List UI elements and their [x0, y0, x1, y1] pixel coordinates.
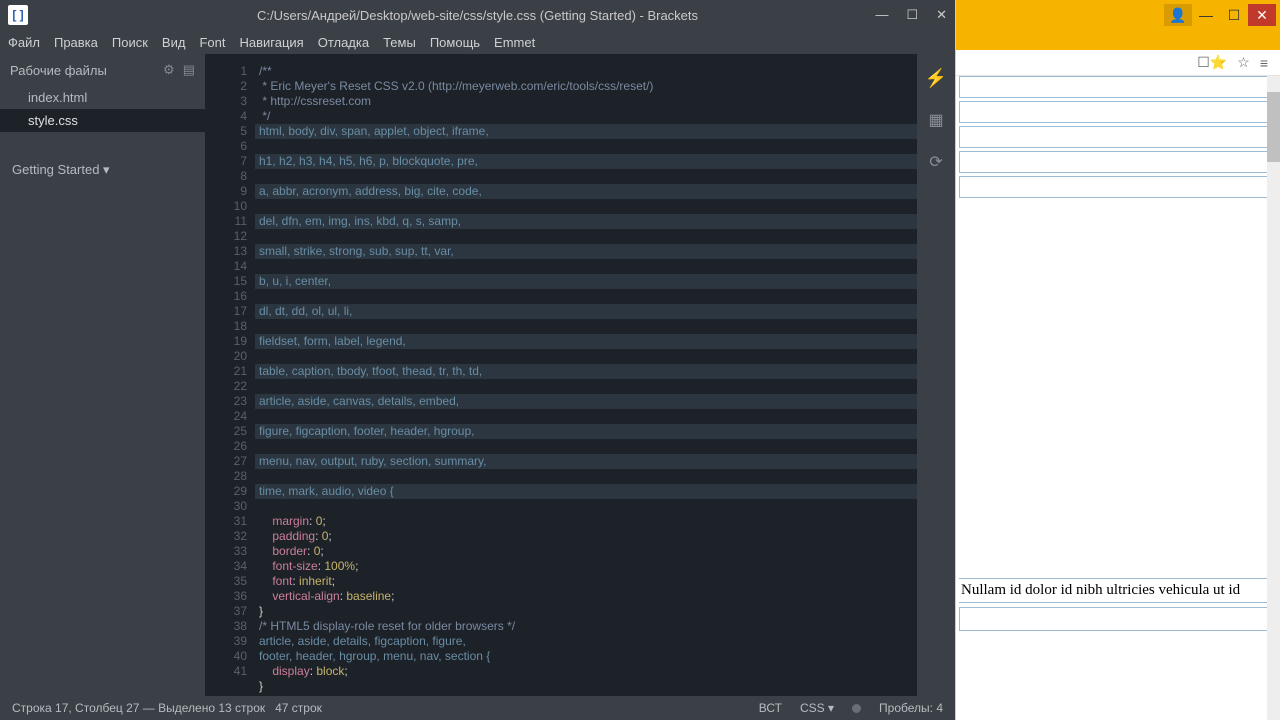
insert-mode[interactable]: ВСТ	[759, 701, 782, 715]
window-title: C:/Users/Андрей/Desktop/web-site/css/sty…	[257, 8, 698, 23]
preview-pane[interactable]: Nullam id dolor id nibh ultricies vehicu…	[956, 76, 1280, 720]
project-dropdown[interactable]: Getting Started ▾	[0, 156, 205, 184]
code-area[interactable]: /** * Eric Meyer's Reset CSS v2.0 (http:…	[255, 54, 917, 696]
bookmark-icon[interactable]: ☆	[1237, 54, 1250, 71]
right-toolbar: ⚡ ▦ ⟳	[917, 54, 955, 696]
live-preview-icon[interactable]: ⚡	[926, 68, 946, 88]
preview-element	[959, 607, 1277, 631]
menu-правка[interactable]: Правка	[54, 35, 98, 50]
bookmark-page-icon[interactable]: ☐⭐	[1197, 54, 1227, 71]
browser-preview: 👤 — ☐ ✕ ☐⭐ ☆ ≡ Nullam id dolor id nibh u…	[955, 0, 1280, 720]
status-bar: Строка 17, Столбец 27 — Выделено 13 стро…	[0, 696, 955, 720]
cursor-position[interactable]: Строка 17, Столбец 27 — Выделено 13 стро…	[12, 701, 265, 715]
maximize-button[interactable]: ☐	[906, 7, 918, 23]
editor[interactable]: 1234567891011121314151617181920212223242…	[205, 54, 917, 696]
gear-icon[interactable]: ⚙	[163, 62, 175, 78]
menu-файл[interactable]: Файл	[8, 35, 40, 50]
brackets-window: [ ] C:/Users/Андрей/Desktop/web-site/css…	[0, 0, 955, 720]
app-icon: [ ]	[8, 5, 28, 25]
language-mode[interactable]: CSS ▾	[800, 701, 834, 715]
extensions-icon[interactable]: ▦	[926, 110, 946, 130]
preview-element	[959, 76, 1277, 98]
close-button[interactable]: ✕	[936, 7, 947, 23]
browser-toolbar: ☐⭐ ☆ ≡	[956, 50, 1280, 76]
menu-отладка[interactable]: Отладка	[318, 35, 369, 50]
minimize-button[interactable]: —	[875, 7, 888, 23]
indent-mode[interactable]: Пробелы: 4	[879, 701, 943, 715]
preview-element	[959, 126, 1277, 148]
sync-icon[interactable]: ⟳	[926, 152, 946, 172]
menu-поиск[interactable]: Поиск	[112, 35, 148, 50]
menu-emmet[interactable]: Emmet	[494, 35, 535, 50]
line-gutter: 1234567891011121314151617181920212223242…	[205, 54, 255, 696]
menu-навигация[interactable]: Навигация	[239, 35, 303, 50]
preview-text: Nullam id dolor id nibh ultricies vehicu…	[959, 578, 1277, 603]
browser-menu-icon[interactable]: ≡	[1260, 55, 1268, 71]
file-style-css[interactable]: style.css	[0, 109, 205, 132]
menu-помощь[interactable]: Помощь	[430, 35, 480, 50]
browser-close-button[interactable]: ✕	[1248, 4, 1276, 26]
preview-element	[959, 101, 1277, 123]
file-index-html[interactable]: index.html	[0, 86, 205, 109]
menu-темы[interactable]: Темы	[383, 35, 416, 50]
browser-minimize-button[interactable]: —	[1192, 4, 1220, 26]
menu-вид[interactable]: Вид	[162, 35, 186, 50]
menu-font[interactable]: Font	[199, 35, 225, 50]
working-files-header: Рабочие файлы	[10, 63, 107, 78]
preview-element	[959, 151, 1277, 173]
menu-bar: Файл Правка Поиск Вид Font Навигация Отладка Те…	[0, 30, 955, 54]
browser-maximize-button[interactable]: ☐	[1220, 4, 1248, 26]
working-files-list: index.htmlstyle.css	[0, 86, 205, 132]
status-indicator	[852, 704, 861, 713]
line-count: 47 строк	[275, 701, 322, 715]
sidebar: Рабочие файлы ⚙ ▤ index.htmlstyle.css Ge…	[0, 54, 205, 696]
title-bar[interactable]: [ ] C:/Users/Андрей/Desktop/web-site/css…	[0, 0, 955, 30]
browser-user-icon[interactable]: 👤	[1164, 4, 1192, 26]
browser-chrome: 👤 — ☐ ✕	[956, 0, 1280, 50]
preview-element	[959, 176, 1277, 198]
split-icon[interactable]: ▤	[183, 62, 195, 78]
preview-scrollbar[interactable]	[1267, 76, 1280, 720]
